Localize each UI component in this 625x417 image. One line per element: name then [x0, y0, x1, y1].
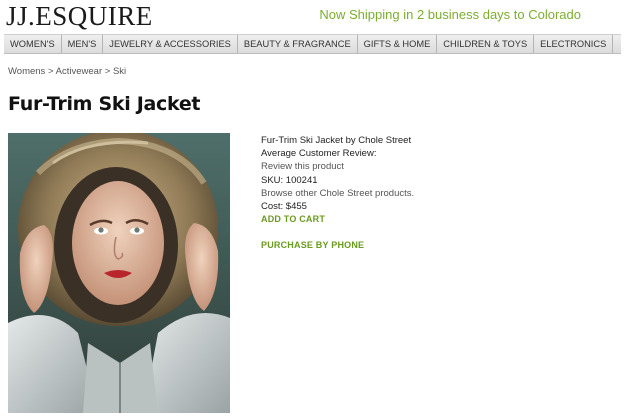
product-sku: SKU: 100241: [261, 174, 318, 186]
breadcrumb: Womens > Activewear > Ski: [8, 66, 126, 77]
nav-item-mens[interactable]: MEN'S: [62, 35, 104, 53]
browse-brand-link[interactable]: Browse other Chole Street products.: [261, 187, 414, 200]
breadcrumb-ski[interactable]: Ski: [113, 66, 126, 77]
nav-item-electronics[interactable]: ELECTRONICS: [534, 35, 614, 53]
product-name-line: Fur-Trim Ski Jacket by Chole Street: [261, 135, 412, 146]
nav-item-jewelry-accessories[interactable]: JEWELRY & ACCESSORIES: [103, 35, 238, 53]
nav-item-womens[interactable]: WOMEN'S: [4, 35, 62, 53]
main-nav: WOMEN'S MEN'S JEWELRY & ACCESSORIES BEAU…: [4, 34, 621, 54]
breadcrumb-womens[interactable]: Womens: [8, 66, 45, 77]
page-title: Fur-Trim Ski Jacket: [8, 93, 201, 115]
product-cost: Cost: $455: [261, 201, 307, 213]
breadcrumb-separator: >: [47, 66, 54, 77]
review-link[interactable]: Review this product: [261, 160, 414, 173]
site-logo[interactable]: JJ.ESQUIRE: [6, 1, 153, 31]
site-header: JJ.ESQUIRE Now Shipping in 2 business da…: [0, 0, 625, 34]
nav-item-children-toys[interactable]: CHILDREN & TOYS: [437, 35, 535, 53]
review-label: Average Customer Review:: [261, 148, 377, 160]
shipping-notice: Now Shipping in 2 business days to Color…: [319, 7, 581, 22]
purchase-by-phone-button[interactable]: PURCHASE BY PHONE: [261, 239, 414, 252]
product-image: [8, 133, 230, 413]
breadcrumb-activewear[interactable]: Activewear: [56, 66, 102, 77]
add-to-cart-button[interactable]: ADD TO CART: [261, 213, 414, 226]
nav-item-beauty-fragrance[interactable]: BEAUTY & FRAGRANCE: [238, 35, 358, 53]
nav-item-gifts-home[interactable]: GIFTS & HOME: [358, 35, 438, 53]
product-info: Fur-Trim Ski Jacket by Chole Street Aver…: [261, 134, 414, 253]
breadcrumb-separator: >: [104, 66, 111, 77]
